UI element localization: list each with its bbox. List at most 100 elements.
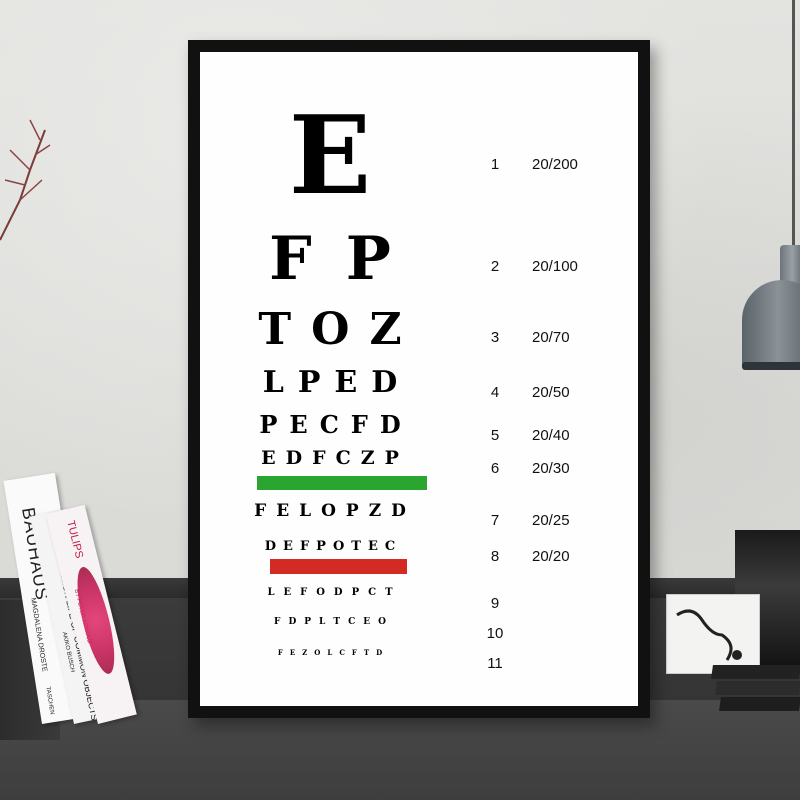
chart-row-4: LPED <box>200 367 460 399</box>
chart-row-7: FELOPZD <box>200 502 460 520</box>
chart-letter: O <box>378 617 386 627</box>
chart-row-6: EDFCZP <box>200 448 460 468</box>
sketch-figure-icon <box>676 609 742 661</box>
chart-letter: F <box>300 587 308 598</box>
chart-letter: P <box>384 447 399 469</box>
acuity-label: 20/20 <box>532 548 570 565</box>
chart-letter: D <box>333 587 343 598</box>
lamp-neck <box>780 245 800 285</box>
acuity-label: 20/100 <box>532 258 578 275</box>
chart-letter: P <box>351 587 360 598</box>
chart-letter: C <box>339 648 345 657</box>
chart-letter: P <box>345 501 359 521</box>
line-number: 4 <box>490 384 500 401</box>
chart-row-3: TOZ <box>200 307 460 353</box>
line-number: 3 <box>490 329 500 346</box>
chart-letter: L <box>262 365 284 400</box>
chart-letter: T <box>351 539 361 554</box>
chart-letter: E <box>367 539 378 554</box>
chart-letter: O <box>321 501 336 521</box>
chart-letter: E <box>363 617 371 627</box>
book-tulips-title: TULIPS <box>64 519 86 560</box>
acuity-label: 20/200 <box>532 156 578 173</box>
chart-letter: E <box>334 365 358 400</box>
acuity-label: 20/70 <box>532 329 570 346</box>
chart-letter: E <box>261 447 276 469</box>
acuity-label: 20/25 <box>532 512 570 529</box>
line-number: 11 <box>487 655 503 672</box>
line-number: 5 <box>490 427 500 444</box>
green-marker-bar <box>257 476 427 490</box>
chart-letter: D <box>391 501 406 521</box>
line-number: 2 <box>490 258 500 275</box>
chart-letter: C <box>384 539 396 554</box>
chart-letter: O <box>314 648 321 657</box>
chart-letter: F <box>274 617 281 627</box>
chart-row-8: DEFPOTEC <box>200 540 460 554</box>
chart-letter: T <box>333 617 341 627</box>
chart-row-1: E <box>200 100 460 213</box>
chart-letter: L <box>327 648 333 657</box>
chart-row-2: FP <box>200 228 460 291</box>
chart-letter: Z <box>302 648 308 657</box>
chart-letter: T <box>385 587 393 598</box>
chart-letter: O <box>332 539 345 554</box>
chart-letter: D <box>288 617 297 627</box>
chart-row-10: FDPLTCEO <box>200 618 460 627</box>
chart-letter: C <box>319 410 339 439</box>
chart-row-9: LEFODPCT <box>200 587 460 598</box>
chart-letter: D <box>264 539 277 554</box>
chart-letter: E <box>283 539 293 554</box>
chart-letter: L <box>319 617 326 627</box>
chart-letter: T <box>363 648 370 657</box>
red-marker-bar <box>270 559 407 574</box>
chart-letter: F <box>312 447 326 469</box>
chart-letter: F <box>254 501 267 521</box>
book-bauhaus-publisher: TASCHEN <box>44 686 55 716</box>
chart-letter: E <box>289 410 308 439</box>
line-number: 7 <box>490 512 500 529</box>
chart-letter: Z <box>360 447 375 469</box>
chart-letter: P <box>297 365 321 400</box>
chart-letter: P <box>259 410 278 439</box>
chart-letter: P <box>345 224 391 294</box>
chart-letter: L <box>267 587 275 598</box>
acuity-label: 20/30 <box>532 460 570 477</box>
chart-row-5: PECFD <box>200 412 460 437</box>
chart-letter: Z <box>369 304 402 355</box>
photo-print-sketch <box>666 594 760 674</box>
dried-branch-decoration <box>0 119 51 241</box>
chart-letter: P <box>316 539 326 554</box>
chart-letter: D <box>285 447 303 469</box>
chart-letter: E <box>283 587 292 598</box>
chart-letter: F <box>269 224 312 294</box>
eye-chart-poster: E 1 20/200 F P 2 20/100 T O Z 3 20/70 L P E D 4 20/50 P E C F… <box>200 52 638 706</box>
line-number: 8 <box>490 548 500 565</box>
chart-letter: F <box>351 648 357 657</box>
acuity-label: 20/40 <box>532 427 570 444</box>
chart-letter: T <box>258 304 292 355</box>
chart-letter: D <box>376 648 383 657</box>
line-number: 9 <box>490 595 500 612</box>
chart-letter: E <box>276 501 290 521</box>
book-bauhaus-author: MAGDALENA DROSTE <box>29 597 48 673</box>
chart-letter: D <box>371 365 398 400</box>
acuity-label: 20/50 <box>532 384 570 401</box>
chart-letter: C <box>348 617 356 627</box>
chart-letter: L <box>299 501 312 521</box>
chart-letter: F <box>277 648 283 657</box>
pendant-lamp <box>742 280 800 368</box>
chart-letter: C <box>368 587 377 598</box>
chart-row-11: FEZOLCFTD <box>200 649 460 656</box>
chart-letter: C <box>335 447 351 469</box>
chart-letter: F <box>299 539 310 554</box>
lamp-cord <box>792 0 795 250</box>
chart-letter: D <box>379 410 401 439</box>
line-number: 1 <box>490 156 500 173</box>
chart-letter: Z <box>368 501 382 521</box>
lamp-rim <box>742 362 800 370</box>
book-stack-right <box>711 665 800 725</box>
line-number: 10 <box>486 625 504 642</box>
line-number: 6 <box>490 460 500 477</box>
chart-letter: P <box>304 617 312 627</box>
